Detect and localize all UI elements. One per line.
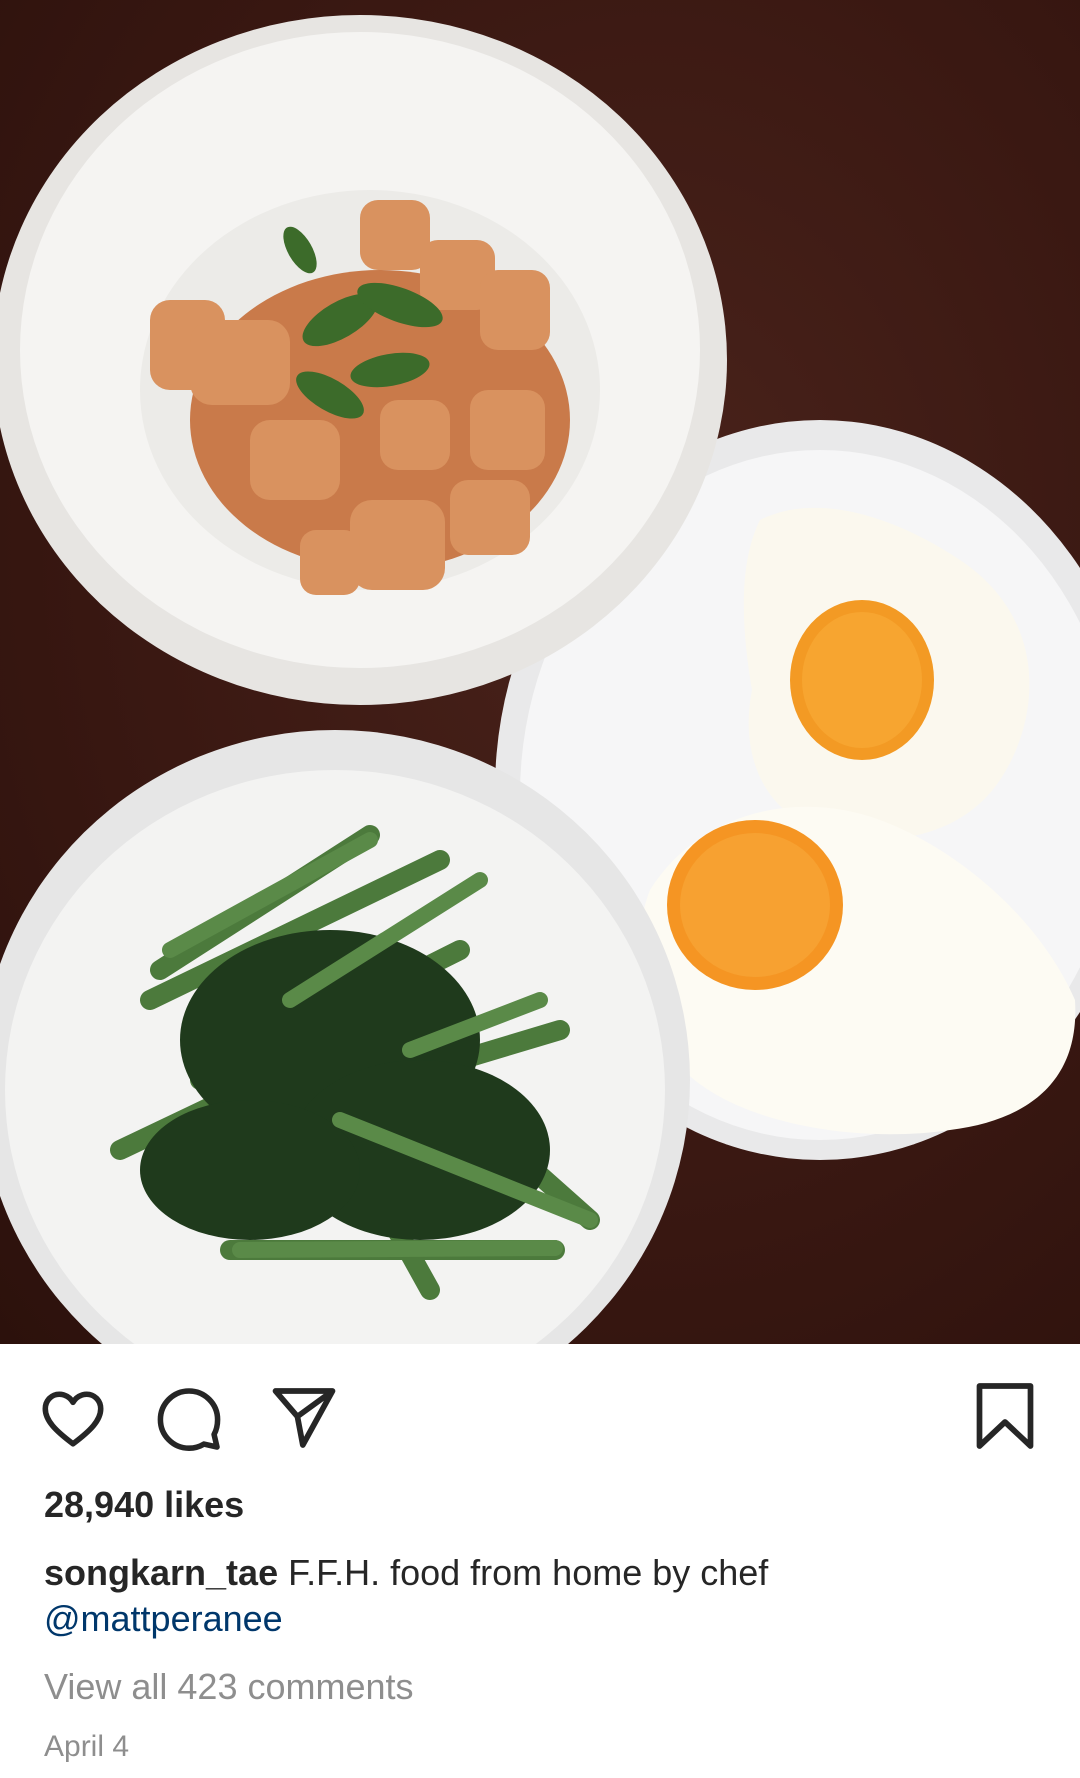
caption-mention-link[interactable]: @mattperanee <box>44 1598 283 1639</box>
comment-bubble-icon[interactable] <box>154 1384 224 1454</box>
post-photo[interactable] <box>0 0 1080 1344</box>
view-all-comments-link[interactable]: View all 423 comments <box>44 1666 414 1708</box>
like-heart-icon[interactable] <box>38 1384 108 1454</box>
save-bookmark-icon[interactable] <box>972 1380 1038 1452</box>
post-caption: songkarn_tae F.F.H. food from home by ch… <box>44 1550 1044 1642</box>
share-paper-plane-icon[interactable] <box>268 1382 340 1454</box>
caption-text: F.F.H. food from home by chef <box>278 1552 769 1593</box>
caption-username[interactable]: songkarn_tae <box>44 1552 278 1593</box>
food-photo-illustration <box>0 15 1080 1344</box>
likes-count[interactable]: 28,940 likes <box>44 1484 244 1526</box>
post-date: April 4 <box>44 1730 130 1763</box>
